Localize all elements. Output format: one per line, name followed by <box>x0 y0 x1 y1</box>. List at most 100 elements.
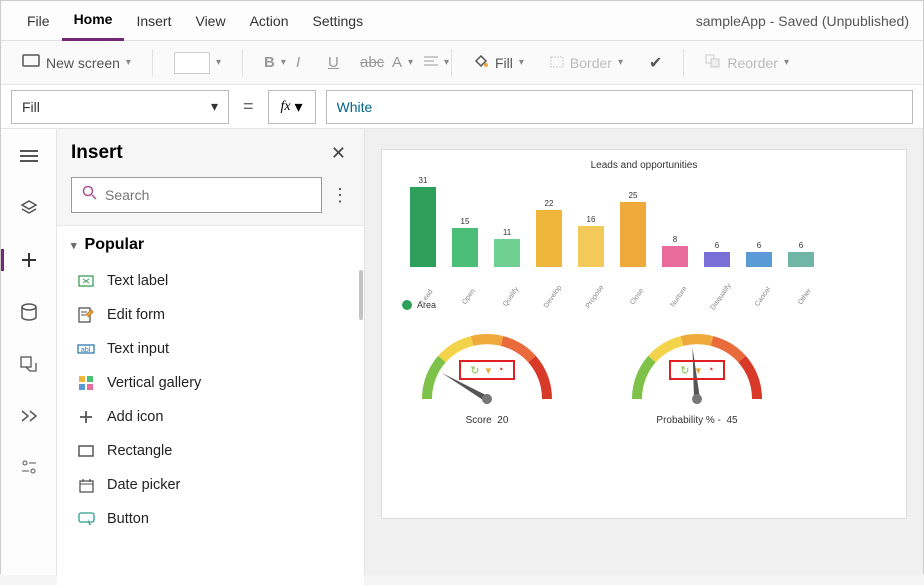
align-button[interactable]: ▾ <box>413 49 441 76</box>
insert-items-list: ▾ Popular Text label Edit form abl Text … <box>57 225 364 585</box>
refresh-icon: ↻ <box>680 364 689 377</box>
insert-item-text-input[interactable]: abl Text input <box>57 332 364 366</box>
app-title: sampleApp - Saved (Unpublished) <box>696 13 909 29</box>
scrollbar-thumb[interactable] <box>359 270 363 320</box>
insert-item-text-label[interactable]: Text label <box>57 264 364 298</box>
bar-value: 6 <box>757 241 761 250</box>
gauge-label: Probability % - 45 <box>656 415 737 426</box>
separator <box>242 49 243 77</box>
filter-icon: ▾ <box>486 364 492 377</box>
rail-media[interactable] <box>9 347 49 381</box>
bar-value: 11 <box>503 228 511 237</box>
border-icon <box>550 55 564 71</box>
insert-item-button[interactable]: Button <box>57 502 364 536</box>
search-input[interactable] <box>105 187 311 203</box>
expand-button[interactable]: ✔ <box>638 48 673 78</box>
bar: 15 <box>448 217 482 267</box>
fill-button[interactable]: Fill▾ <box>462 48 535 77</box>
edit-form-icon <box>77 306 95 324</box>
formula-bar: Fill ▾ = fx ▾ <box>1 85 923 129</box>
insert-item-edit-form[interactable]: Edit form <box>57 298 364 332</box>
insert-item-rectangle[interactable]: Rectangle <box>57 434 364 468</box>
chevron-down-icon: ▾ <box>211 98 218 115</box>
item-label: Text label <box>107 273 168 289</box>
reorder-icon <box>705 54 721 71</box>
bar-value: 6 <box>799 241 803 250</box>
insert-item-add-icon[interactable]: Add icon <box>57 400 364 434</box>
reorder-button[interactable]: Reorder▾ <box>694 49 800 76</box>
chart-title: Leads and opportunities <box>402 160 886 171</box>
new-screen-button[interactable]: New screen ▾ <box>11 49 142 76</box>
gauge-toolbar-highlight: ↻ ▾ ◔ <box>459 360 515 380</box>
reorder-label: Reorder <box>727 55 778 71</box>
bar-value: 22 <box>545 199 554 208</box>
rail-layers[interactable] <box>9 191 49 225</box>
border-button[interactable]: Border▾ <box>539 50 634 76</box>
italic-button[interactable]: I <box>285 49 313 76</box>
canvas-area: Leads and opportunities 31 15 11 22 16 2… <box>365 129 923 575</box>
legend-swatch <box>402 300 412 310</box>
chevron-down-icon: ▾ <box>126 57 131 68</box>
gauge-toolbar-highlight: ↻ ▾ ◔ <box>669 360 725 380</box>
strike-button[interactable]: abc <box>349 49 377 76</box>
align-icon <box>424 54 438 71</box>
search-icon <box>82 185 97 205</box>
insert-panel: Insert ✕ ⋮ ▾ Popular Text label Edit for… <box>57 129 365 575</box>
bar: 31 <box>406 176 440 267</box>
gauge-label: Score 20 <box>466 415 509 426</box>
insert-item-vertical-gallery[interactable]: Vertical gallery <box>57 366 364 400</box>
fx-button[interactable]: fx ▾ <box>268 90 316 124</box>
menu-view[interactable]: View <box>183 1 237 41</box>
more-options-icon[interactable]: ⋮ <box>330 190 350 200</box>
workspace: Insert ✕ ⋮ ▾ Popular Text label Edit for… <box>1 129 923 575</box>
item-label: Text input <box>107 341 169 357</box>
filter-icon: ▾ <box>696 364 702 377</box>
new-screen-label: New screen <box>46 55 120 71</box>
fill-label: Fill <box>495 55 513 71</box>
bar: 22 <box>532 199 566 267</box>
ribbon: New screen ▾ ▾ B▾ I U abc A▾ ▾ Fill▾ Bor… <box>1 41 923 85</box>
chart-type-icon: ◔ <box>707 364 714 376</box>
bar-value: 31 <box>419 176 428 185</box>
menu-action[interactable]: Action <box>238 1 301 41</box>
bold-button[interactable]: B▾ <box>253 49 281 76</box>
rail-advanced[interactable] <box>9 399 49 433</box>
app-canvas[interactable]: Leads and opportunities 31 15 11 22 16 2… <box>381 149 907 519</box>
plus-icon <box>77 408 95 426</box>
button-icon <box>77 510 95 528</box>
left-rail <box>1 129 57 575</box>
date-picker-icon <box>77 476 95 494</box>
vertical-gallery-icon <box>77 374 95 392</box>
category-popular[interactable]: ▾ Popular <box>57 226 364 264</box>
font-color-button[interactable]: A▾ <box>381 49 409 76</box>
item-label: Edit form <box>107 307 165 323</box>
bar: 6 <box>784 241 818 267</box>
separator <box>683 49 684 77</box>
bar-value: 8 <box>673 235 677 244</box>
font-color-swatch[interactable]: ▾ <box>163 47 232 79</box>
rail-insert[interactable] <box>9 243 49 277</box>
rail-tree-view[interactable] <box>9 139 49 173</box>
item-label: Vertical gallery <box>107 375 201 391</box>
bar-chart: 31 15 11 22 16 25 8 6 6 6 <box>402 177 886 267</box>
bar-value: 25 <box>629 191 638 200</box>
menu-home[interactable]: Home <box>62 1 125 41</box>
gauge-arc: ↻ ▾ ◔ <box>412 324 562 399</box>
close-icon[interactable]: ✕ <box>327 139 350 168</box>
formula-input[interactable] <box>326 90 913 124</box>
chevron-down-icon: ▾ <box>295 97 303 117</box>
menu-insert[interactable]: Insert <box>124 1 183 41</box>
text-input-icon: abl <box>77 340 95 358</box>
equals-sign: = <box>239 96 258 117</box>
menu-settings[interactable]: Settings <box>301 1 376 41</box>
bar: 8 <box>658 235 692 267</box>
bar-value: 16 <box>587 215 596 224</box>
property-dropdown[interactable]: Fill ▾ <box>11 90 229 124</box>
item-label: Button <box>107 511 149 527</box>
rail-settings[interactable] <box>9 451 49 485</box>
underline-button[interactable]: U <box>317 49 345 76</box>
rail-data[interactable] <box>9 295 49 329</box>
insert-search[interactable] <box>71 177 322 213</box>
menu-file[interactable]: File <box>15 1 62 41</box>
insert-item-date-picker[interactable]: Date picker <box>57 468 364 502</box>
